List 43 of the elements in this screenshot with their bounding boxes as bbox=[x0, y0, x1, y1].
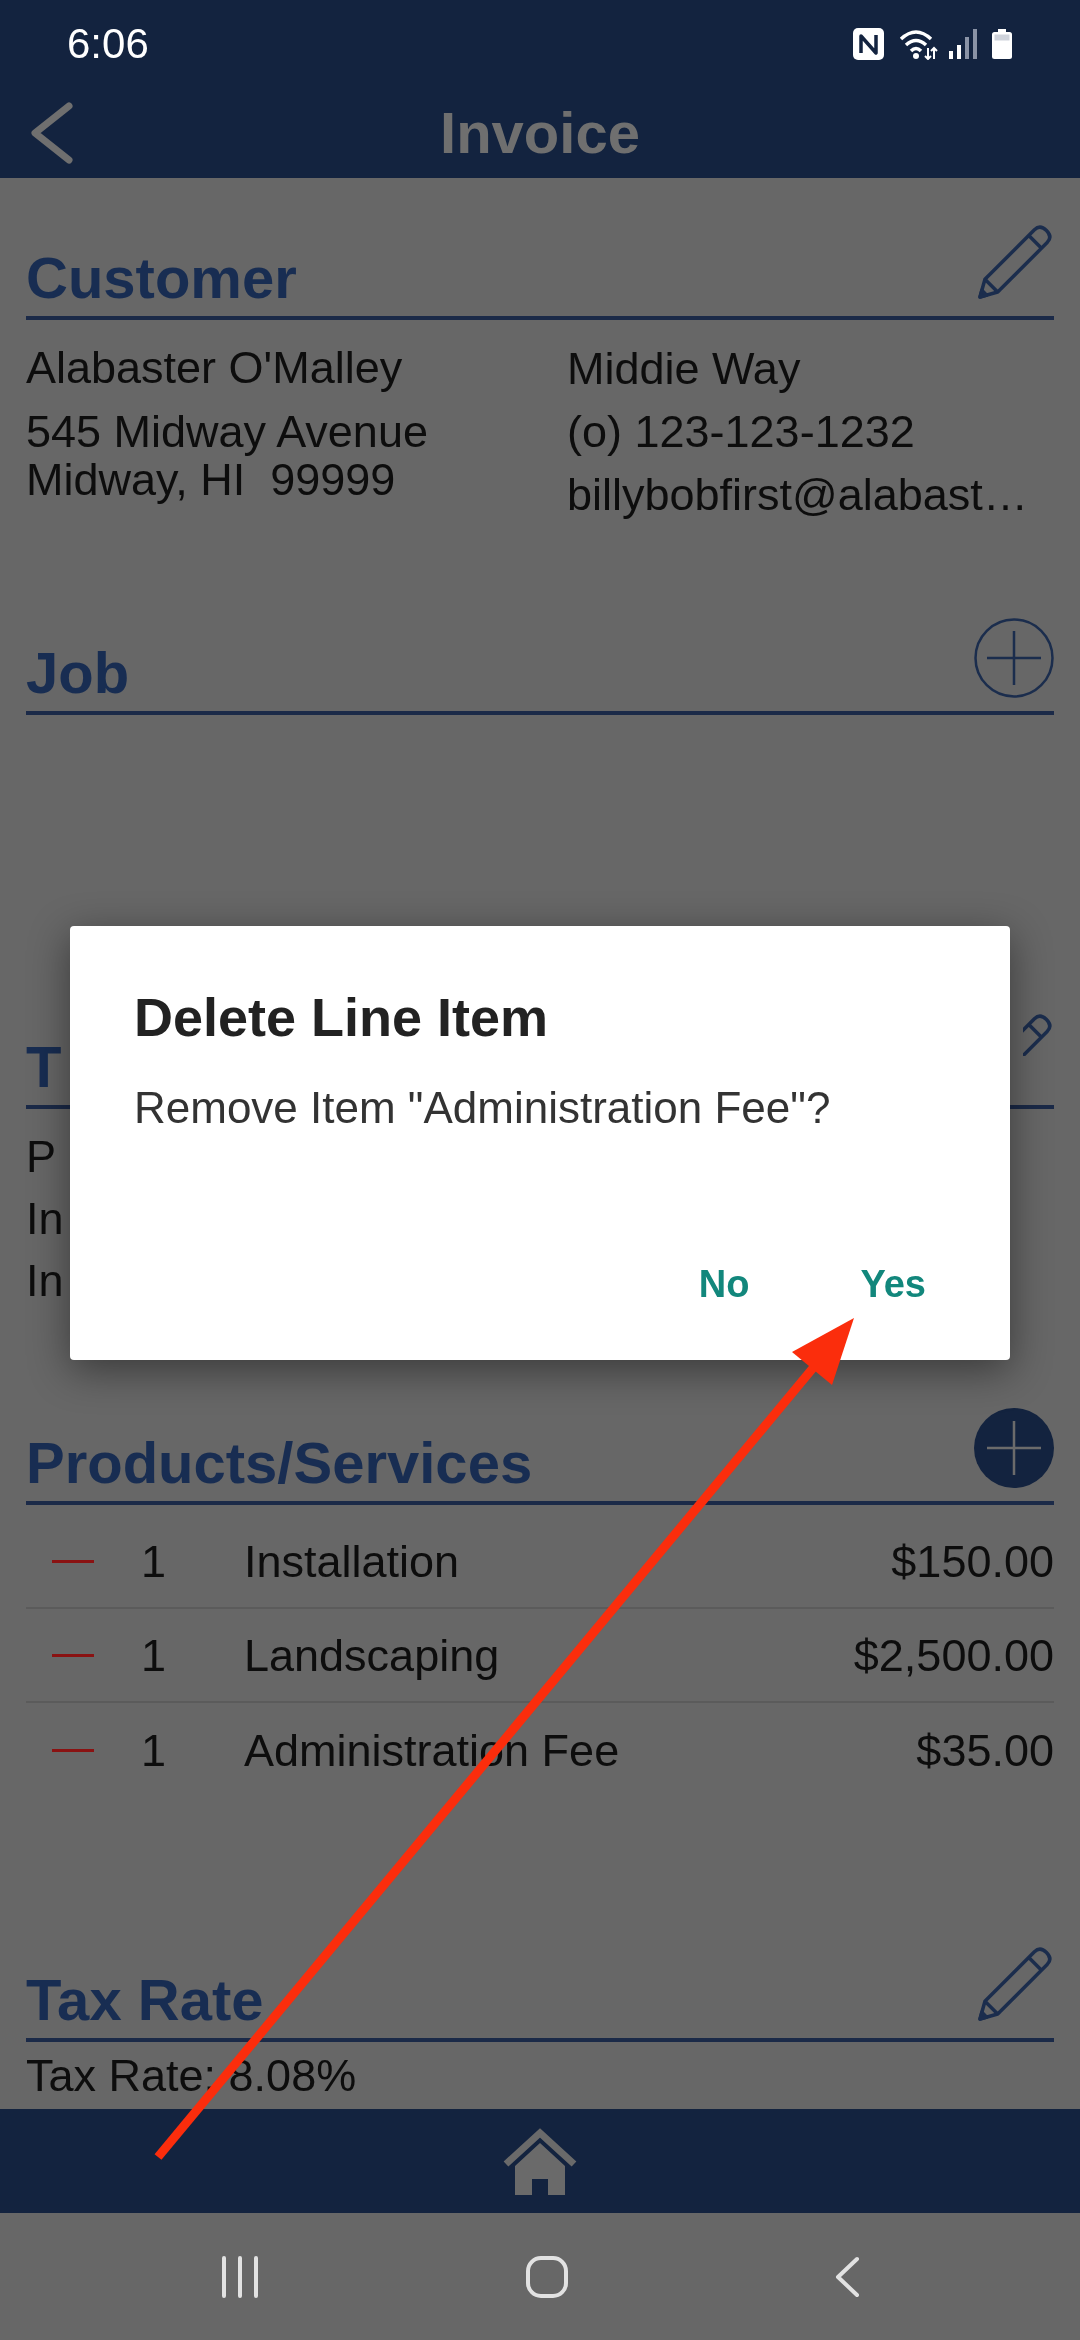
phone-number: (o) 123-123-1232 bbox=[567, 405, 916, 459]
email-address: billybobfirst@alabast… bbox=[567, 468, 1029, 522]
signal-icon bbox=[949, 29, 977, 59]
wifi-icon bbox=[899, 28, 938, 60]
page-title: Invoice bbox=[440, 104, 640, 162]
add-icon[interactable] bbox=[974, 618, 1054, 698]
pencil-icon[interactable] bbox=[1023, 1012, 1054, 1056]
detail-text: P bbox=[26, 1130, 56, 1184]
section-title: Products/Services bbox=[26, 1434, 533, 1492]
detail-text: In bbox=[26, 1192, 64, 1246]
tax-rate-text: Tax Rate: 8.08% bbox=[26, 2050, 357, 2102]
detail-text: In bbox=[26, 1254, 64, 1308]
back-icon[interactable] bbox=[29, 102, 73, 164]
dialog-button[interactable]: No bbox=[678, 1247, 770, 1321]
nfc-icon bbox=[853, 28, 884, 60]
customer-name: Alabaster O'Malley bbox=[26, 341, 404, 395]
item-price: $2,500.00 bbox=[853, 1632, 1054, 1678]
company-name: Middie Way bbox=[567, 342, 802, 396]
quantity-text: 1 bbox=[141, 1632, 168, 1678]
minus-icon[interactable] bbox=[52, 1559, 94, 1563]
minus-icon[interactable] bbox=[52, 1748, 94, 1752]
recent-apps-icon[interactable] bbox=[220, 2255, 260, 2298]
section-title: T bbox=[26, 1038, 62, 1096]
back-icon[interactable] bbox=[834, 2255, 860, 2298]
item-price: $150.00 bbox=[891, 1538, 1054, 1584]
dialog-button[interactable]: Yes bbox=[840, 1247, 946, 1321]
home-icon[interactable] bbox=[502, 2127, 578, 2195]
section-title: Tax Rate bbox=[26, 1971, 264, 2029]
section-title: Job bbox=[26, 644, 130, 702]
home-button-icon[interactable] bbox=[526, 2255, 568, 2298]
item-name: Installation bbox=[244, 1538, 461, 1584]
item-name: Landscaping bbox=[244, 1632, 501, 1678]
quantity-text: 1 bbox=[141, 1727, 168, 1773]
battery-icon bbox=[992, 29, 1012, 59]
dialog-title: Delete Line Item bbox=[134, 990, 550, 1044]
status-time: 6:06 bbox=[67, 23, 149, 65]
section-title: Customer bbox=[26, 249, 297, 307]
address-text: 545 Midway Avenue Midway, HI 99999 bbox=[26, 408, 429, 504]
dialog-message: Remove Item "Administration Fee"? bbox=[134, 1086, 832, 1130]
item-price: $35.00 bbox=[916, 1727, 1054, 1773]
add-icon[interactable] bbox=[974, 1408, 1054, 1488]
quantity-text: 1 bbox=[141, 1538, 168, 1584]
minus-icon[interactable] bbox=[52, 1653, 94, 1657]
